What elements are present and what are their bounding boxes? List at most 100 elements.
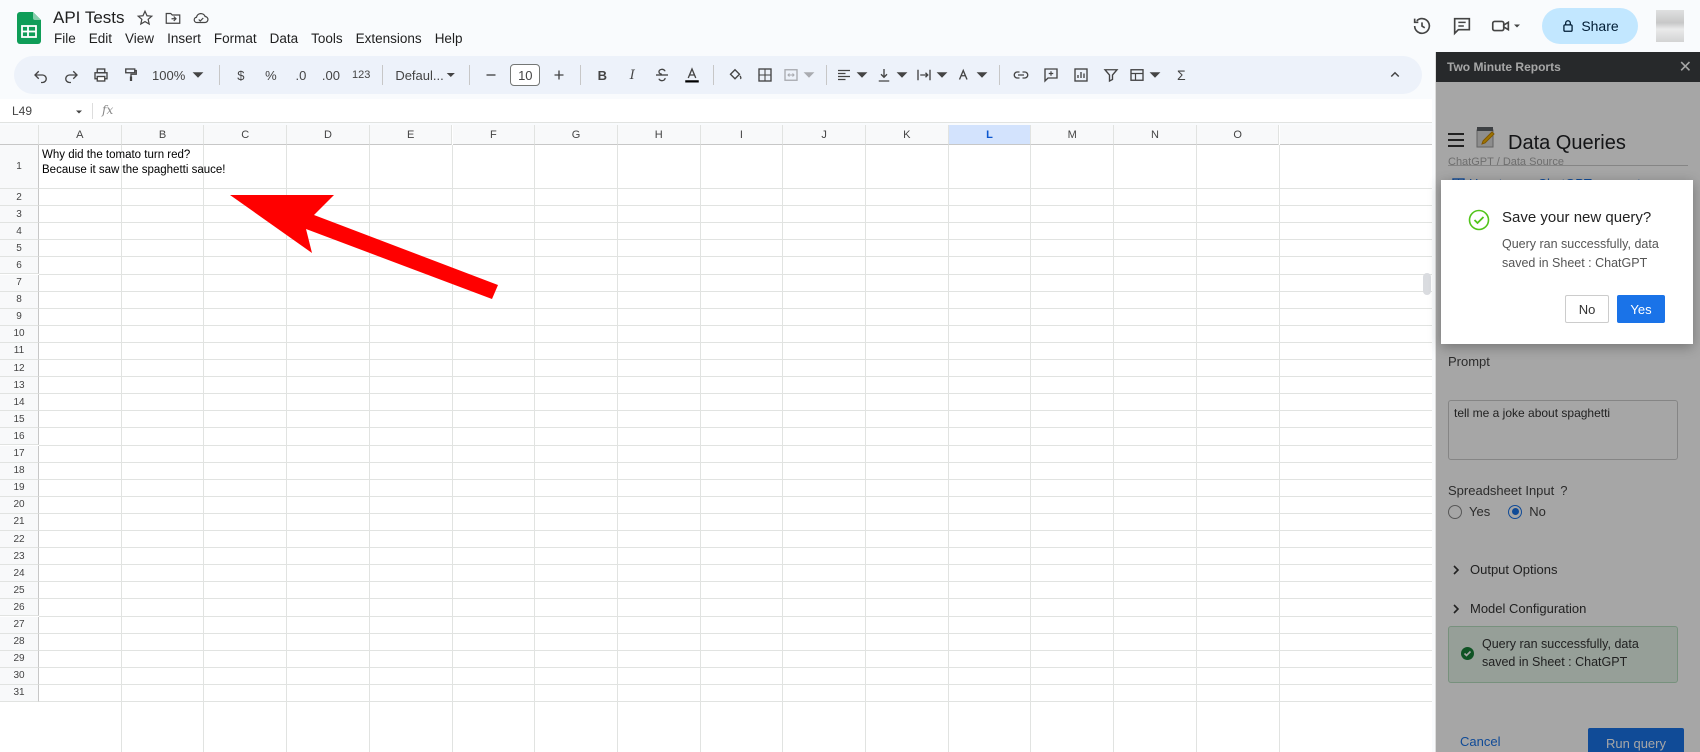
column-header-f[interactable]: F (452, 125, 536, 145)
chevron-down-icon[interactable] (74, 107, 84, 117)
borders-button[interactable] (752, 61, 778, 89)
row-header-8[interactable]: 8 (0, 291, 39, 309)
row-header-3[interactable]: 3 (0, 206, 39, 224)
row-header-17[interactable]: 17 (0, 445, 39, 463)
row-header-14[interactable]: 14 (0, 394, 39, 412)
column-header-m[interactable]: M (1031, 125, 1115, 145)
column-header-g[interactable]: G (535, 125, 618, 145)
version-history-button[interactable] (1404, 8, 1440, 44)
row-header-28[interactable]: 28 (0, 633, 39, 651)
horizontal-align-button[interactable] (835, 61, 871, 89)
number-format-button[interactable]: 123 (348, 61, 374, 89)
column-header-d[interactable]: D (287, 125, 370, 145)
name-box[interactable]: L49 (12, 104, 32, 118)
insert-link-button[interactable] (1008, 61, 1034, 89)
document-title[interactable]: API Tests (53, 8, 125, 28)
meet-button[interactable] (1484, 8, 1528, 44)
menu-edit[interactable]: Edit (89, 31, 119, 46)
menu-extensions[interactable]: Extensions (356, 31, 429, 46)
row-header-5[interactable]: 5 (0, 240, 39, 258)
dialog-no-button[interactable]: No (1565, 295, 1609, 323)
share-button[interactable]: Share (1542, 8, 1638, 44)
menu-format[interactable]: Format (214, 31, 264, 46)
avatar[interactable] (1656, 10, 1684, 42)
column-header-c[interactable]: C (204, 125, 288, 145)
row-header-18[interactable]: 18 (0, 462, 39, 480)
row-header-30[interactable]: 30 (0, 667, 39, 685)
percent-format-button[interactable]: % (258, 61, 284, 89)
column-header-j[interactable]: J (783, 125, 866, 145)
fill-color-button[interactable] (722, 61, 748, 89)
column-header-n[interactable]: N (1114, 125, 1197, 145)
column-header-h[interactable]: H (617, 125, 701, 145)
row-header-24[interactable]: 24 (0, 565, 39, 583)
insert-chart-button[interactable] (1068, 61, 1094, 89)
menu-view[interactable]: View (125, 31, 161, 46)
row-header-4[interactable]: 4 (0, 223, 39, 241)
row-header-31[interactable]: 31 (0, 684, 39, 702)
row-header-2[interactable]: 2 (0, 189, 39, 207)
row-header-1[interactable]: 1 (0, 145, 39, 189)
italic-button[interactable]: I (619, 61, 645, 89)
zoom-select[interactable]: 100% (148, 61, 211, 89)
column-header-k[interactable]: K (866, 125, 949, 145)
star-icon[interactable] (136, 9, 154, 27)
insert-comment-button[interactable] (1038, 61, 1064, 89)
row-header-11[interactable]: 11 (0, 342, 39, 360)
functions-button[interactable]: Σ (1168, 61, 1194, 89)
cloud-status-icon[interactable] (192, 9, 210, 27)
column-header-l[interactable]: L (948, 125, 1032, 145)
row-header-20[interactable]: 20 (0, 496, 39, 514)
menu-file[interactable]: File (54, 31, 83, 46)
row-header-10[interactable]: 10 (0, 325, 39, 343)
row-header-19[interactable]: 19 (0, 479, 39, 497)
row-header-16[interactable]: 16 (0, 428, 39, 446)
increase-font-size-button[interactable] (546, 61, 572, 89)
row-header-29[interactable]: 29 (0, 650, 39, 668)
row-header-12[interactable]: 12 (0, 360, 39, 378)
row-header-15[interactable]: 15 (0, 411, 39, 429)
menu-tools[interactable]: Tools (311, 31, 350, 46)
vertical-align-button[interactable] (875, 61, 911, 89)
column-header-o[interactable]: O (1196, 125, 1280, 145)
collapse-menus-button[interactable] (1382, 61, 1408, 89)
column-header-a[interactable]: A (39, 125, 122, 145)
row-header-22[interactable]: 22 (0, 531, 39, 549)
row-header-6[interactable]: 6 (0, 257, 39, 275)
row-header-9[interactable]: 9 (0, 308, 39, 326)
row-header-7[interactable]: 7 (0, 274, 39, 292)
undo-button[interactable] (28, 61, 54, 89)
menu-help[interactable]: Help (435, 31, 470, 46)
dialog-yes-button[interactable]: Yes (1617, 295, 1665, 323)
filter-button[interactable] (1098, 61, 1124, 89)
vertical-scrollbar[interactable] (1423, 273, 1431, 295)
print-button[interactable] (88, 61, 114, 89)
spreadsheet-grid[interactable]: A B C D E F G H I J K L M N O 1 2 3 4 5 6 7 8 9 10 11 12 13 14 15 16 17… (0, 125, 1432, 752)
strikethrough-button[interactable] (649, 61, 675, 89)
row-header-23[interactable]: 23 (0, 548, 39, 566)
font-size-input[interactable]: 10 (510, 64, 541, 86)
column-header-i[interactable]: I (700, 125, 784, 145)
menu-insert[interactable]: Insert (167, 31, 208, 46)
row-header-13[interactable]: 13 (0, 377, 39, 395)
filter-views-button[interactable] (1128, 61, 1164, 89)
increase-decimal-button[interactable]: .00 (318, 61, 344, 89)
text-wrapping-button[interactable] (915, 61, 951, 89)
row-header-26[interactable]: 26 (0, 599, 39, 617)
sheets-logo-icon[interactable] (17, 12, 41, 44)
menu-data[interactable]: Data (270, 31, 306, 46)
select-all-corner[interactable] (0, 125, 39, 145)
merge-cells-button[interactable] (782, 61, 818, 89)
row-header-21[interactable]: 21 (0, 513, 39, 531)
row-header-25[interactable]: 25 (0, 582, 39, 600)
redo-button[interactable] (58, 61, 84, 89)
bold-button[interactable]: B (589, 61, 615, 89)
column-header-e[interactable]: E (369, 125, 453, 145)
row-header-27[interactable]: 27 (0, 616, 39, 634)
currency-format-button[interactable]: $ (228, 61, 254, 89)
move-folder-icon[interactable] (164, 9, 182, 27)
decrease-font-size-button[interactable] (478, 61, 504, 89)
text-rotation-button[interactable] (955, 61, 991, 89)
text-color-button[interactable] (679, 61, 705, 89)
column-header-b[interactable]: B (121, 125, 205, 145)
